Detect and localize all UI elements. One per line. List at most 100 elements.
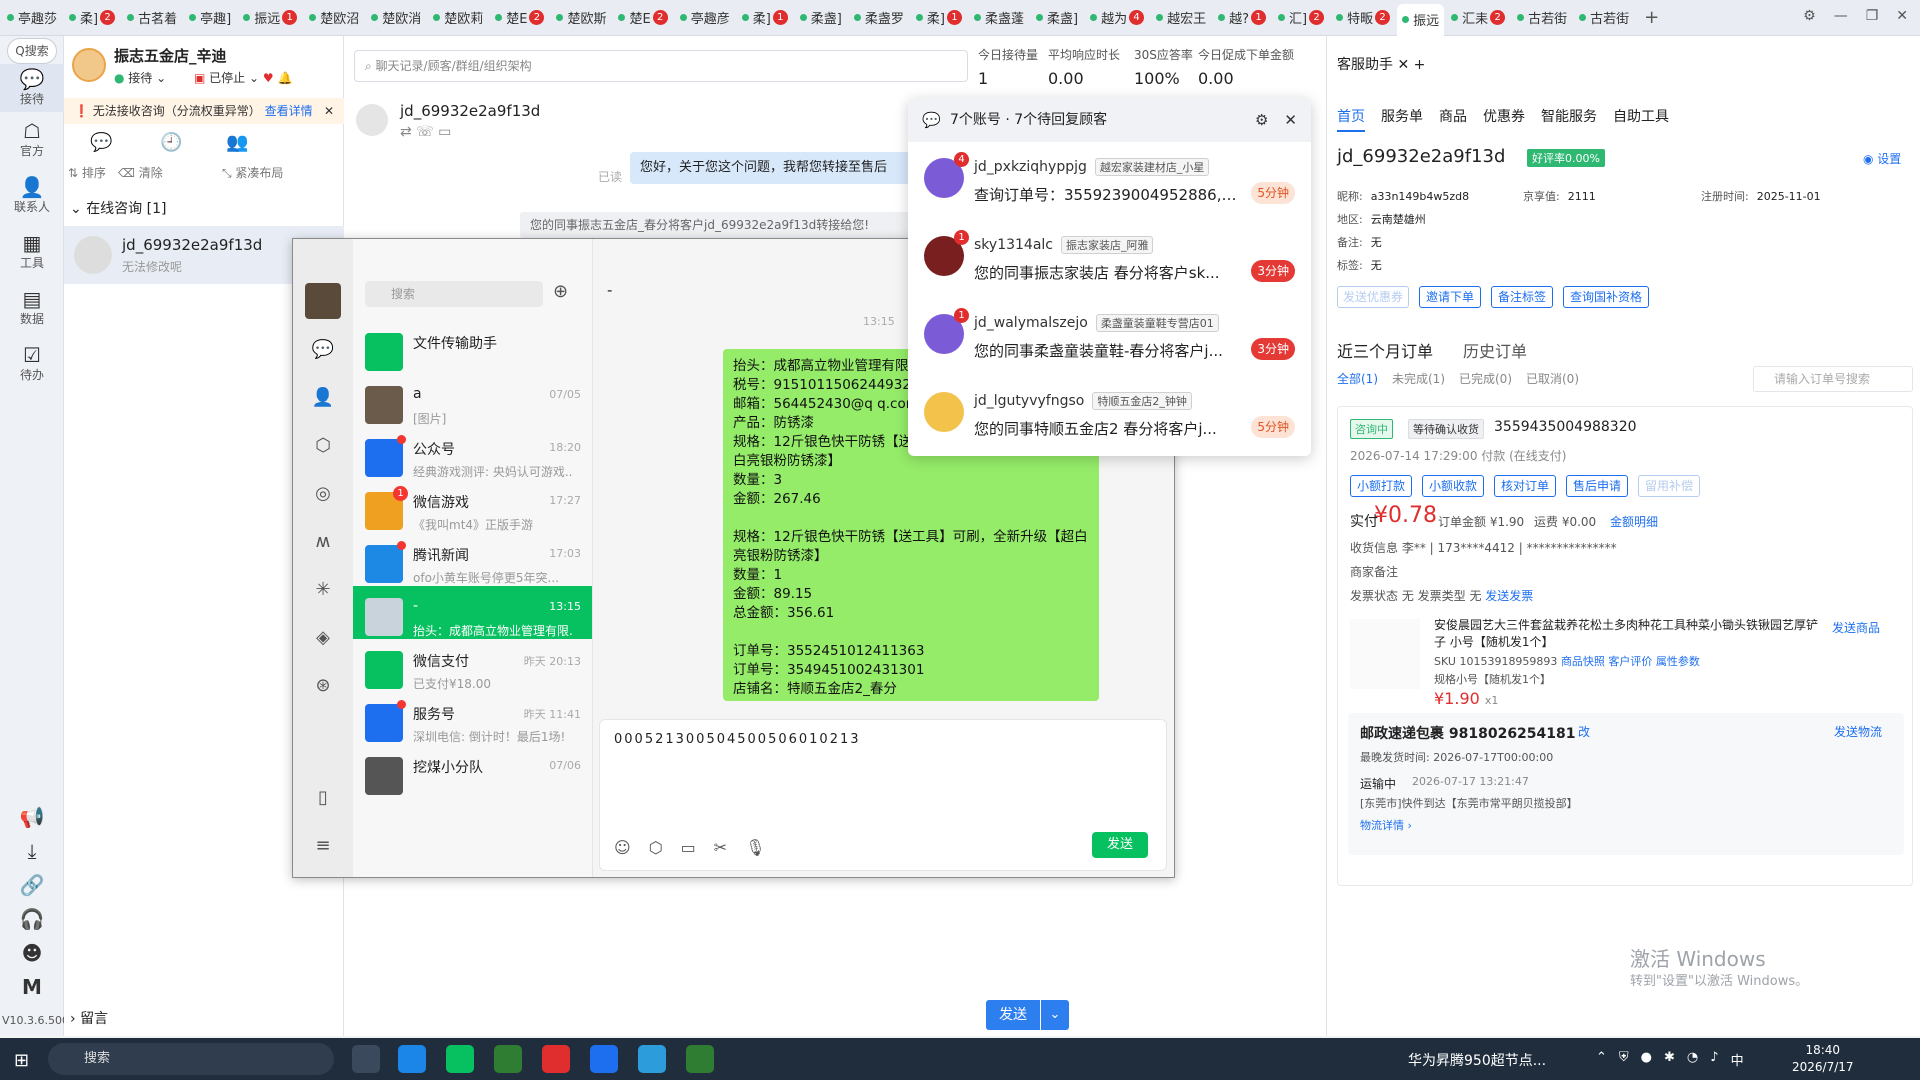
rail-item-contacts[interactable]: 👤 联系人 [0,176,64,215]
wechat-chat-item[interactable]: - 抬头：成都高立物业管理有限... 13:15 [353,586,592,639]
popup-close-icon[interactable]: ✕ [1284,98,1297,142]
taskbar-clock[interactable]: 18:40 2026/7/17 [1792,1042,1854,1076]
pending-customer-item[interactable]: 1 jd_walymalszejo 柔盏童装童鞋专营店01 您的同事柔盏童装童鞋-春分… [908,298,1311,374]
app-icon-2[interactable] [542,1045,570,1073]
taskbar-search[interactable]: 搜索 [48,1043,334,1075]
add-tab-icon[interactable]: + [1644,7,1659,28]
chat-tab-icon[interactable]: 💬 [90,132,112,153]
settings-link[interactable]: ◉ 设置 [1863,150,1901,167]
note-tag-button[interactable]: 备注标签 [1491,286,1553,308]
task-view-icon[interactable] [352,1045,380,1073]
m-logo-icon[interactable]: M [0,976,64,998]
assistant-nav-item[interactable]: 自助工具 [1613,106,1669,132]
wechat-channels-icon[interactable]: ʍ [308,527,338,557]
group-tab-icon[interactable]: 👥 [226,132,248,153]
account-tab[interactable]: 楚欧沼 [304,4,364,32]
clear-button[interactable]: ⌫ 清除 [118,164,163,181]
account-tab[interactable]: 汇耒 2 [1446,4,1510,32]
close-icon[interactable]: ✕ [1896,8,1908,24]
add-tab-icon[interactable]: + [1414,57,1426,73]
wechat-favorites-icon[interactable]: ⬡ [308,431,338,461]
tray-wifi-icon[interactable]: ◔ [1687,1050,1698,1069]
change-shipping-link[interactable]: 改 [1578,723,1590,740]
assistant-nav-item[interactable]: 首页 [1337,106,1365,132]
compensation-button[interactable]: 留用补偿 [1638,475,1700,497]
rail-item-tools[interactable]: ▦ 工具 [0,232,64,271]
account-tab[interactable]: 特畈 2 [1331,4,1395,32]
wechat-contacts-icon[interactable]: 👤 [308,383,338,413]
wechat-phone-icon[interactable]: ▯ [308,783,338,813]
announce-icon[interactable]: 📢 [0,806,64,828]
send-logistics-link[interactable]: 发送物流 [1834,723,1882,740]
assistant-tab[interactable]: 客服助手 ✕ + [1337,54,1425,74]
note-icon[interactable]: ▭ [438,124,451,140]
m-app-icon[interactable] [590,1045,618,1073]
rail-item-official[interactable]: ☖ 官方 [0,120,64,159]
account-tab[interactable]: 楚E 2 [490,4,549,32]
order-filter-item[interactable]: 未完成(1) [1392,370,1445,387]
tray-bluetooth-icon[interactable]: ✱ [1664,1050,1675,1069]
wechat-chats-icon[interactable]: 💬 [308,335,338,365]
rail-item-todo[interactable]: ☑ 待办 [0,344,64,383]
send-options-dropdown[interactable]: ⌄ [1041,1000,1069,1030]
wechat-moments-icon[interactable]: ◎ [308,479,338,509]
account-tab[interactable]: 柔] 1 [911,4,967,32]
headset-icon[interactable]: 🎧 [0,908,64,930]
account-tab[interactable]: 柔] 1 [737,4,793,32]
taskbar-news[interactable]: 华为昇腾950超节点... [1408,1050,1546,1070]
account-tab[interactable]: 汇] 2 [1273,4,1329,32]
restore-icon[interactable]: ❐ [1866,8,1879,24]
order-filter-item[interactable]: 全部(1) [1337,370,1378,387]
send-product-link[interactable]: 发送商品 [1832,619,1880,636]
wechat-taskbar-icon[interactable] [446,1045,474,1073]
account-tab[interactable]: 楚欧斯 [551,4,611,32]
settings-icon[interactable]: ⚙ [1803,8,1816,24]
compact-layout-button[interactable]: ⤡ 紧凑布局 [222,164,283,181]
box-icon[interactable]: ⬡ [649,838,663,857]
assistant-nav-item[interactable]: 商品 [1439,106,1467,132]
history-tab-icon[interactable]: 🕘 [160,132,182,153]
assistant-nav-item[interactable]: 服务单 [1381,106,1423,132]
small-receive-button[interactable]: 小额收款 [1422,475,1484,497]
popup-settings-icon[interactable]: ⚙ [1255,98,1268,142]
wechat-chat-item[interactable]: 微信游戏 《我叫mt4》正版手游 17:27 1 [353,480,592,533]
app-icon-1[interactable] [494,1045,522,1073]
wechat-chat-item[interactable]: 挖煤小分队 07/06 [353,745,592,798]
minimize-icon[interactable]: — [1834,8,1848,24]
send-coupon-button[interactable]: 发送优惠券 [1337,286,1409,308]
leave-message-header[interactable]: › 留言 [70,1008,108,1028]
tab-history-orders[interactable]: 历史订单 [1463,342,1527,361]
link-icon[interactable]: 🔗 [0,874,64,896]
account-tab[interactable]: 越? 1 [1213,4,1271,32]
stop-status-dropdown[interactable]: ▣ 已停止 ⌄ ♥ 🔔 [194,69,292,86]
robot-icon[interactable]: ☻ [0,942,64,964]
pending-customer-item[interactable]: 4 jd_pxkziqhyppjg 越宏家装建材店_小星 查询订单号：35592390… [908,142,1311,218]
order-filter-item[interactable]: 已完成(0) [1459,370,1512,387]
account-tab[interactable]: 楚欧莉 [428,4,488,32]
account-tab[interactable]: 亭趣彦 [675,4,735,32]
wechat-profile-avatar[interactable] [305,283,341,319]
wechat-menu-icon[interactable]: ≡ [308,831,338,861]
account-tab[interactable]: 柔盏罗 [849,4,909,32]
tray-input-method[interactable]: 中 [1731,1050,1744,1069]
tray-volume-icon[interactable]: ♪ [1710,1050,1718,1069]
wechat-chat-item[interactable]: 腾讯新闻 ofo小黄车账号停更5年突... 17:03 [353,533,592,586]
assistant-nav-item[interactable]: 优惠券 [1483,106,1525,132]
pending-customer-item[interactable]: jd_lgutyvyfngso 特顺五金店2_钟钟 您的同事特顺五金店2 春分将客户… [908,376,1311,452]
account-tab[interactable]: 古若街 [1512,4,1572,32]
wechat-apps-icon[interactable]: ⊛ [308,671,338,701]
rail-item-reception[interactable]: 💬 接待 [0,64,64,112]
phone-icon[interactable]: ☏ [416,124,434,140]
mic-icon[interactable]: 🎙 [745,838,765,857]
chat-app-icon[interactable] [638,1045,666,1073]
windows-start-icon[interactable]: ⊞ [14,1050,29,1071]
assistant-nav-item[interactable]: 智能服务 [1541,106,1597,132]
account-tab[interactable]: 亭趣] [184,4,236,32]
send-invoice-link[interactable]: 发送发票 [1485,589,1533,603]
chat-search-input[interactable]: ⌕ 聊天记录/顾客/群组/组织架构 [354,50,968,82]
tab-recent-orders[interactable]: 近三个月订单 [1337,342,1433,361]
wechat-send-button[interactable]: 发送 [1092,832,1148,858]
account-tab[interactable]: 楚E 2 [613,4,672,32]
warning-detail-link[interactable]: 查看详情 [265,104,313,118]
wechat-chat-item[interactable]: 微信支付 已支付¥18.00 昨天 20:13 [353,639,592,692]
